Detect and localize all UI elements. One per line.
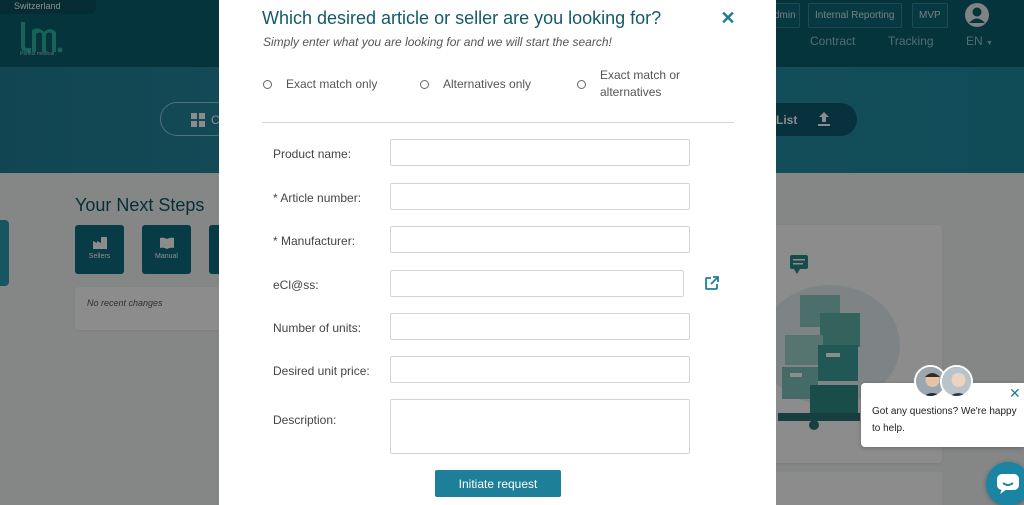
divider <box>262 122 734 123</box>
desired-unit-price-input[interactable] <box>390 356 690 383</box>
radio-exact-match-label: Exact match only <box>286 77 378 91</box>
manufacturer-input[interactable] <box>390 226 690 253</box>
radio-circle[interactable] <box>577 80 586 89</box>
chat-icon <box>997 474 1019 494</box>
agent-avatar <box>940 365 973 398</box>
search-request-modal: Which desired article or seller are you … <box>219 0 776 505</box>
initiate-request-button[interactable]: Initiate request <box>435 470 561 497</box>
manufacturer-label: * Manufacturer: <box>273 234 356 248</box>
chat-close-icon[interactable]: ✕ <box>1009 386 1023 400</box>
number-of-units-input[interactable] <box>390 313 690 340</box>
eclass-input[interactable] <box>390 270 684 297</box>
radio-circle[interactable] <box>420 80 429 89</box>
eclass-label: eCl@ss: <box>273 278 319 292</box>
number-of-units-label: Number of units: <box>273 321 362 335</box>
desired-unit-price-label: Desired unit price: <box>273 364 370 378</box>
modal-subtitle: Simply enter what you are looking for an… <box>263 35 612 49</box>
radio-circle[interactable] <box>263 80 272 89</box>
modal-title: Which desired article or seller are you … <box>262 8 662 28</box>
article-number-label: * Article number: <box>273 191 362 205</box>
close-icon[interactable]: ✕ <box>719 9 737 27</box>
description-label: Description: <box>273 413 337 427</box>
chat-message: Got any questions? We're happy to help. <box>872 406 1017 434</box>
radio-alternatives-label: Alternatives only <box>443 77 532 91</box>
article-number-input[interactable] <box>390 183 690 210</box>
radio-exact-or-alt-label-line1: Exact match or <box>600 68 681 82</box>
external-link-icon[interactable] <box>704 275 720 291</box>
description-textarea[interactable] <box>390 399 690 454</box>
product-name-input[interactable] <box>390 139 690 166</box>
chat-launcher-button[interactable] <box>986 462 1024 505</box>
radio-exact-or-alt-label-line2: alternatives <box>600 85 662 99</box>
product-name-label: Product name: <box>273 147 352 161</box>
